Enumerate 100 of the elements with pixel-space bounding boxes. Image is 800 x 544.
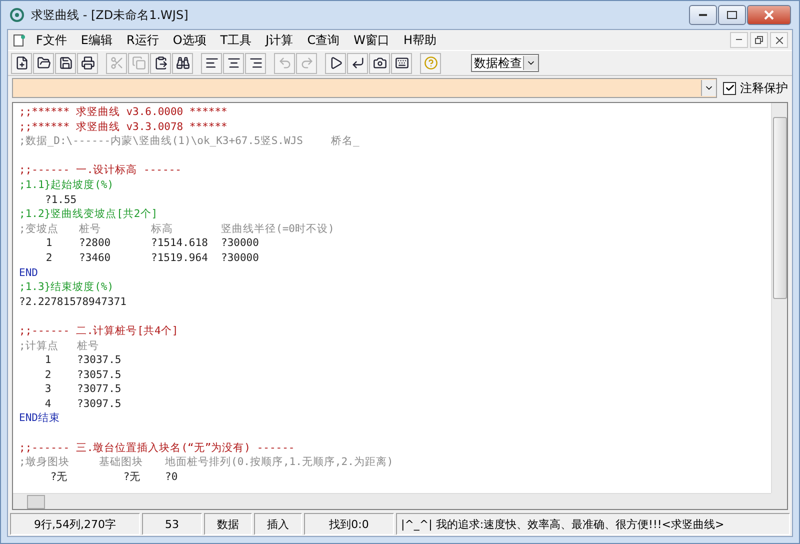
restore-button[interactable] xyxy=(750,32,768,48)
table-cell-text: 2 xyxy=(44,250,54,266)
status-field: 9行,54列,270字 xyxy=(10,513,140,535)
table-cell-text: ?2800 xyxy=(79,236,112,251)
printer-icon xyxy=(80,56,94,70)
table-cell-text: ?3037.5 xyxy=(77,353,122,368)
menu-item[interactable]: E编辑 xyxy=(74,30,120,50)
menu-item[interactable]: W窗口 xyxy=(348,30,398,50)
close-icon xyxy=(776,36,782,44)
window-title: 求竖曲线 - [ZD未命名1.WJS] xyxy=(31,6,190,24)
save-button[interactable] xyxy=(55,52,76,74)
folder-button[interactable] xyxy=(33,52,54,74)
keyboard-button[interactable] xyxy=(391,52,412,74)
column-header: 地面桩号排列(0.按顺序,1.无顺序,2.为距离) xyxy=(165,455,394,470)
minimize-button[interactable] xyxy=(730,32,748,48)
horizontal-scrollbar[interactable] xyxy=(13,493,771,509)
restore-icon xyxy=(755,36,763,44)
scroll-thumb[interactable] xyxy=(27,494,45,508)
align-right-icon xyxy=(248,56,262,70)
camera-button[interactable] xyxy=(369,52,390,74)
column-header: ;墩身图块 xyxy=(19,455,70,470)
checkbox-label: 注释保护 xyxy=(740,80,788,96)
comment-text: ;1.1}起始坡度(%) xyxy=(19,178,115,193)
menu-item[interactable]: T工具 xyxy=(214,30,260,50)
status-field: 插入 xyxy=(254,513,302,535)
align-center-icon xyxy=(226,56,240,70)
play-button[interactable] xyxy=(325,52,346,74)
comment-text: ;;****** 求竖曲线 v3.6.0000 ****** xyxy=(19,105,228,120)
table-cell-text: 4 xyxy=(44,396,52,412)
table-cell-text: ?3460 xyxy=(79,250,112,266)
table-cell-text: ?无 xyxy=(49,470,69,484)
minimize-icon xyxy=(699,14,707,16)
align-left-icon xyxy=(204,56,218,70)
value-text: ?2.22781578947371 xyxy=(19,294,128,310)
printer-button[interactable] xyxy=(77,52,98,74)
check-icon xyxy=(724,83,734,93)
paste-button[interactable] xyxy=(150,52,171,74)
menu-item[interactable]: R运行 xyxy=(120,30,167,50)
column-header: 桩号 xyxy=(79,222,102,236)
copy-icon xyxy=(132,56,146,70)
binoculars-button[interactable] xyxy=(172,52,193,74)
column-header: ;计算点 xyxy=(19,338,60,354)
new-file-icon xyxy=(14,56,28,70)
check-dropdown[interactable]: 数据检查 xyxy=(471,54,539,72)
table-cell-text: ?30000 xyxy=(221,236,260,251)
scroll-thumb[interactable] xyxy=(772,117,786,299)
table-cell-text: ?0 xyxy=(165,470,179,484)
table-cell-text: ?1514.618 xyxy=(151,236,209,251)
undo-icon xyxy=(278,56,292,70)
app-logo-icon xyxy=(9,7,25,23)
column-header: 竖曲线半径(=0时不设) xyxy=(221,222,336,236)
end-keyword: END结束 xyxy=(19,411,61,426)
comment-text: ;;------ 一.设计标高 ------ xyxy=(19,163,182,178)
save-icon xyxy=(58,56,72,70)
table-cell-text: 1 xyxy=(44,353,52,368)
play-icon xyxy=(328,56,342,70)
keyboard-icon xyxy=(394,56,408,70)
paste-icon xyxy=(154,56,168,70)
camera-icon xyxy=(372,56,386,70)
folder-icon xyxy=(36,56,50,70)
comment-text: ;1.2}竖曲线变坡点[共2个] xyxy=(19,207,159,222)
column-header: 标高 xyxy=(151,222,174,236)
help-icon xyxy=(424,56,438,70)
comment-text: ;数据_D:\------内蒙\竖曲线(1)\ok_K3+67.5竖S.WJS xyxy=(19,134,303,149)
menu-item[interactable]: C查询 xyxy=(301,30,348,50)
comment-text: 桥名_ xyxy=(330,134,360,149)
close-icon xyxy=(764,10,774,20)
end-keyword: END xyxy=(19,266,39,280)
return-icon xyxy=(350,56,364,70)
close-button[interactable] xyxy=(770,32,788,48)
comment-field[interactable] xyxy=(12,78,717,98)
vertical-scrollbar[interactable] xyxy=(771,103,787,493)
new-file-button[interactable] xyxy=(11,52,32,74)
close-button[interactable] xyxy=(747,5,791,25)
menu-item[interactable]: F文件 xyxy=(30,30,75,50)
document-icon[interactable] xyxy=(12,33,26,47)
minimize-button[interactable] xyxy=(689,5,717,25)
table-cell-text: 1 xyxy=(44,236,54,251)
status-field: 数据 xyxy=(204,513,252,535)
table-cell-text: 2 xyxy=(44,368,52,382)
maximize-icon xyxy=(727,11,737,19)
maximize-button[interactable] xyxy=(718,5,746,25)
text-editor[interactable] xyxy=(12,102,788,510)
menu-item[interactable]: J计算 xyxy=(260,30,302,50)
align-left-button[interactable] xyxy=(201,52,222,74)
align-center-button[interactable] xyxy=(223,52,244,74)
status-field: |^_^| 我的追求:速度快、效率高、最准确、很方便!!!<求竖曲线> xyxy=(396,513,790,535)
column-header: ;变坡点 xyxy=(19,222,60,236)
table-cell-text: ?3077.5 xyxy=(77,382,122,397)
checkbox[interactable] xyxy=(723,82,736,94)
column-header: 桩号 xyxy=(77,338,100,354)
return-button[interactable] xyxy=(347,52,368,74)
redo-icon xyxy=(300,56,314,70)
table-cell-text: ?30000 xyxy=(221,250,260,266)
menu-item[interactable]: H帮助 xyxy=(397,30,444,50)
align-right-button[interactable] xyxy=(245,52,266,74)
table-cell-text: ?无 xyxy=(122,470,142,484)
value-text: ?1.55 xyxy=(44,192,78,208)
menu-item[interactable]: O选项 xyxy=(166,30,214,50)
table-cell-text: ?1519.964 xyxy=(151,250,209,266)
